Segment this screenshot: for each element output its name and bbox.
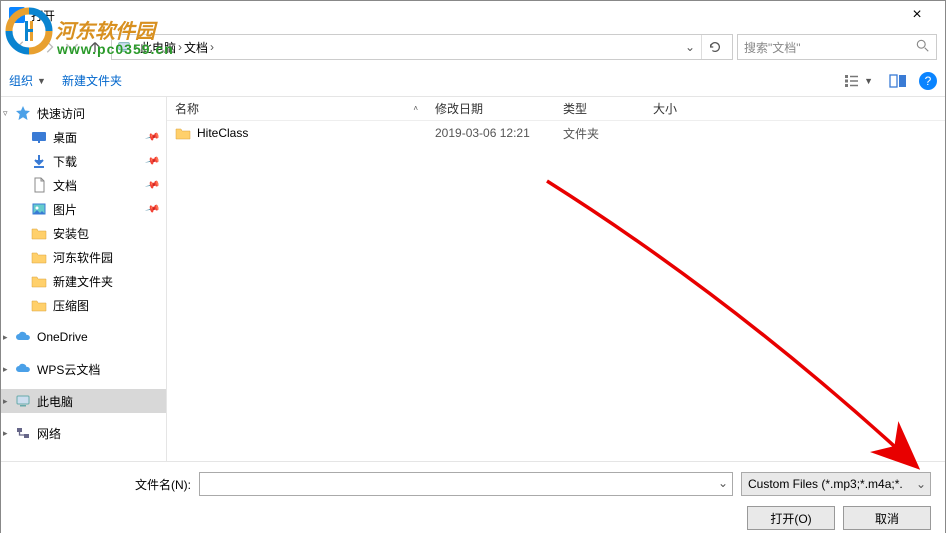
window-title: 打开 [31, 7, 897, 24]
network-icon [15, 425, 31, 441]
picture-icon [31, 201, 47, 217]
cloud-icon [15, 361, 31, 377]
chevron-down-icon: ⌄ [916, 477, 926, 491]
footer: 文件名(N): ⌄ Custom Files (*.mp3;*.m4a;*. ⌄… [1, 461, 945, 540]
doc-icon [31, 177, 47, 193]
column-headers: 名称 ˄ 修改日期 类型 大小 [167, 97, 945, 121]
filename-input[interactable]: ⌄ [199, 472, 733, 496]
folder-icon [31, 297, 47, 313]
address-bar[interactable]: › 此电脑 › 文档 › ⌄ [111, 34, 733, 60]
refresh-button[interactable] [701, 35, 728, 59]
sidebar: ▿ 快速访问 桌面 📌 下载 📌 文档 📌 图片 📌 安装包 [1, 97, 167, 461]
file-type: 文件夹 [555, 125, 645, 142]
path-segment[interactable]: 此电脑 [140, 39, 176, 56]
caret-icon: ▸ [3, 396, 8, 407]
pin-icon: 📌 [144, 153, 160, 169]
path-dropdown-icon[interactable]: ⌄ [681, 40, 699, 54]
caret-icon: ▿ [3, 108, 8, 119]
caret-icon: ▸ [3, 364, 8, 375]
path-segment[interactable]: 文档 [184, 39, 208, 56]
cancel-button[interactable]: 取消 [843, 506, 931, 530]
app-icon: d [9, 7, 25, 23]
help-button[interactable]: ? [919, 72, 937, 90]
search-placeholder: 搜索"文档" [744, 39, 801, 56]
new-folder-button[interactable]: 新建文件夹 [62, 72, 122, 89]
nav-bar: › 此电脑 › 文档 › ⌄ 搜索"文档" [1, 29, 945, 65]
view-options-button[interactable]: ▼ [840, 72, 877, 90]
file-name: HiteClass [197, 126, 248, 140]
sidebar-thispc[interactable]: ▸ 此电脑 [1, 389, 166, 413]
col-name[interactable]: 名称 ˄ [167, 97, 427, 120]
sort-asc-icon: ˄ [413, 104, 418, 113]
chevron-down-icon[interactable]: ⌄ [718, 476, 728, 490]
pin-icon: 📌 [144, 201, 160, 217]
recent-dropdown[interactable] [65, 35, 79, 59]
titlebar: d 打开 × [1, 1, 945, 29]
folder-icon [31, 273, 47, 289]
chevron-right-icon: › [134, 40, 138, 54]
col-size[interactable]: 大小 [645, 97, 725, 120]
folder-icon [31, 225, 47, 241]
caret-icon: ▸ [3, 332, 8, 343]
sidebar-documents[interactable]: 文档 📌 [1, 173, 166, 197]
pin-icon: 📌 [144, 177, 160, 193]
col-type[interactable]: 类型 [555, 97, 645, 120]
sidebar-quick-access[interactable]: ▿ 快速访问 [1, 101, 166, 125]
up-button[interactable] [83, 35, 107, 59]
cloud-icon [15, 329, 31, 345]
preview-pane-button[interactable] [885, 72, 911, 90]
file-list-area: 名称 ˄ 修改日期 类型 大小 HiteClass 2019-03-06 12:… [167, 97, 945, 461]
download-icon [31, 153, 47, 169]
sidebar-desktop[interactable]: 桌面 📌 [1, 125, 166, 149]
caret-icon: ▸ [3, 428, 8, 439]
sidebar-pkg[interactable]: 安装包 [1, 221, 166, 245]
search-icon [916, 39, 930, 56]
star-icon [15, 105, 31, 121]
file-date: 2019-03-06 12:21 [427, 126, 555, 140]
sidebar-hedong[interactable]: 河东软件园 [1, 245, 166, 269]
sidebar-wps[interactable]: ▸ WPS云文档 [1, 357, 166, 381]
folder-icon [31, 249, 47, 265]
sidebar-onedrive[interactable]: ▸ OneDrive [1, 325, 166, 349]
filename-label: 文件名(N): [15, 476, 191, 493]
monitor-icon [15, 393, 31, 409]
filetype-select[interactable]: Custom Files (*.mp3;*.m4a;*. ⌄ [741, 472, 931, 496]
pc-small-icon [116, 39, 132, 55]
organize-menu[interactable]: 组织▼ [9, 72, 46, 89]
back-button[interactable] [9, 35, 33, 59]
forward-button[interactable] [37, 35, 61, 59]
folder-icon [175, 125, 191, 141]
pin-icon: 📌 [144, 129, 160, 145]
sidebar-newfolder[interactable]: 新建文件夹 [1, 269, 166, 293]
sidebar-pictures[interactable]: 图片 📌 [1, 197, 166, 221]
sidebar-compressed[interactable]: 压缩图 [1, 293, 166, 317]
toolbar: 组织▼ 新建文件夹 ▼ ? [1, 65, 945, 97]
sidebar-downloads[interactable]: 下载 📌 [1, 149, 166, 173]
close-button[interactable]: × [897, 6, 937, 24]
search-input[interactable]: 搜索"文档" [737, 34, 937, 60]
col-date[interactable]: 修改日期 [427, 97, 555, 120]
chevron-right-icon: › [210, 40, 214, 54]
file-row[interactable]: HiteClass 2019-03-06 12:21 文件夹 [167, 121, 945, 145]
open-button[interactable]: 打开(O) [747, 506, 835, 530]
sidebar-network[interactable]: ▸ 网络 [1, 421, 166, 445]
desktop-icon [31, 129, 47, 145]
chevron-right-icon: › [178, 40, 182, 54]
